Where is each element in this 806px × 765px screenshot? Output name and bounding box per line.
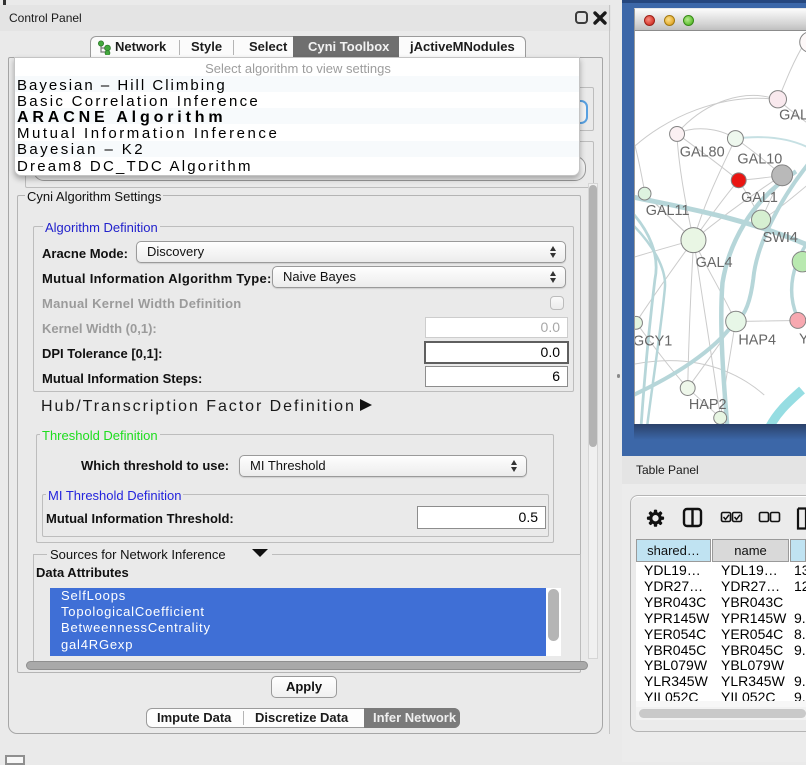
svg-text:GAL10: GAL10 (737, 151, 782, 167)
svg-text:GCY1: GCY1 (634, 333, 672, 349)
svg-text:GAL2: GAL2 (779, 108, 806, 124)
svg-text:SWI4: SWI4 (763, 230, 798, 246)
svg-text:HAP2: HAP2 (689, 397, 727, 413)
svg-text:GAL4: GAL4 (696, 255, 733, 271)
svg-text:GAL80: GAL80 (680, 144, 725, 160)
svg-text:GAL1: GAL1 (741, 190, 778, 206)
svg-text:GAL11: GAL11 (646, 203, 690, 219)
svg-text:HAP4: HAP4 (738, 332, 776, 348)
svg-text:YI: YI (799, 331, 806, 347)
